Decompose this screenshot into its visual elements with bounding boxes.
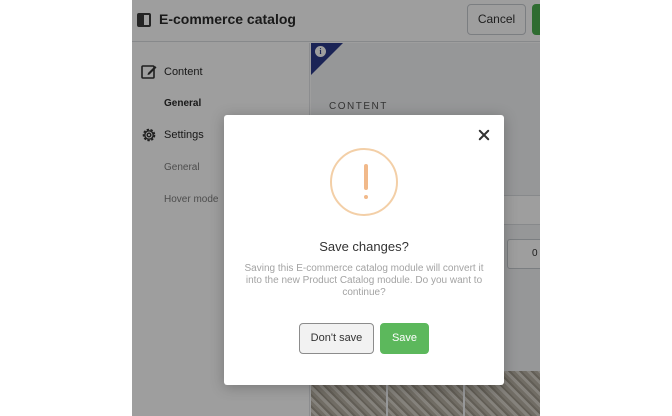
save-changes-dialog: Save changes? Saving this E-commerce cat… [224, 115, 504, 385]
dialog-message: Saving this E-commerce catalog module wi… [244, 263, 484, 298]
close-icon[interactable] [477, 128, 491, 142]
exclamation-dot [364, 195, 368, 199]
exclamation-mark [364, 164, 368, 190]
warning-icon [330, 148, 398, 216]
dialog-title: Save changes? [319, 239, 409, 254]
save-button[interactable]: Save [380, 323, 429, 354]
dont-save-button[interactable]: Don't save [299, 323, 374, 354]
